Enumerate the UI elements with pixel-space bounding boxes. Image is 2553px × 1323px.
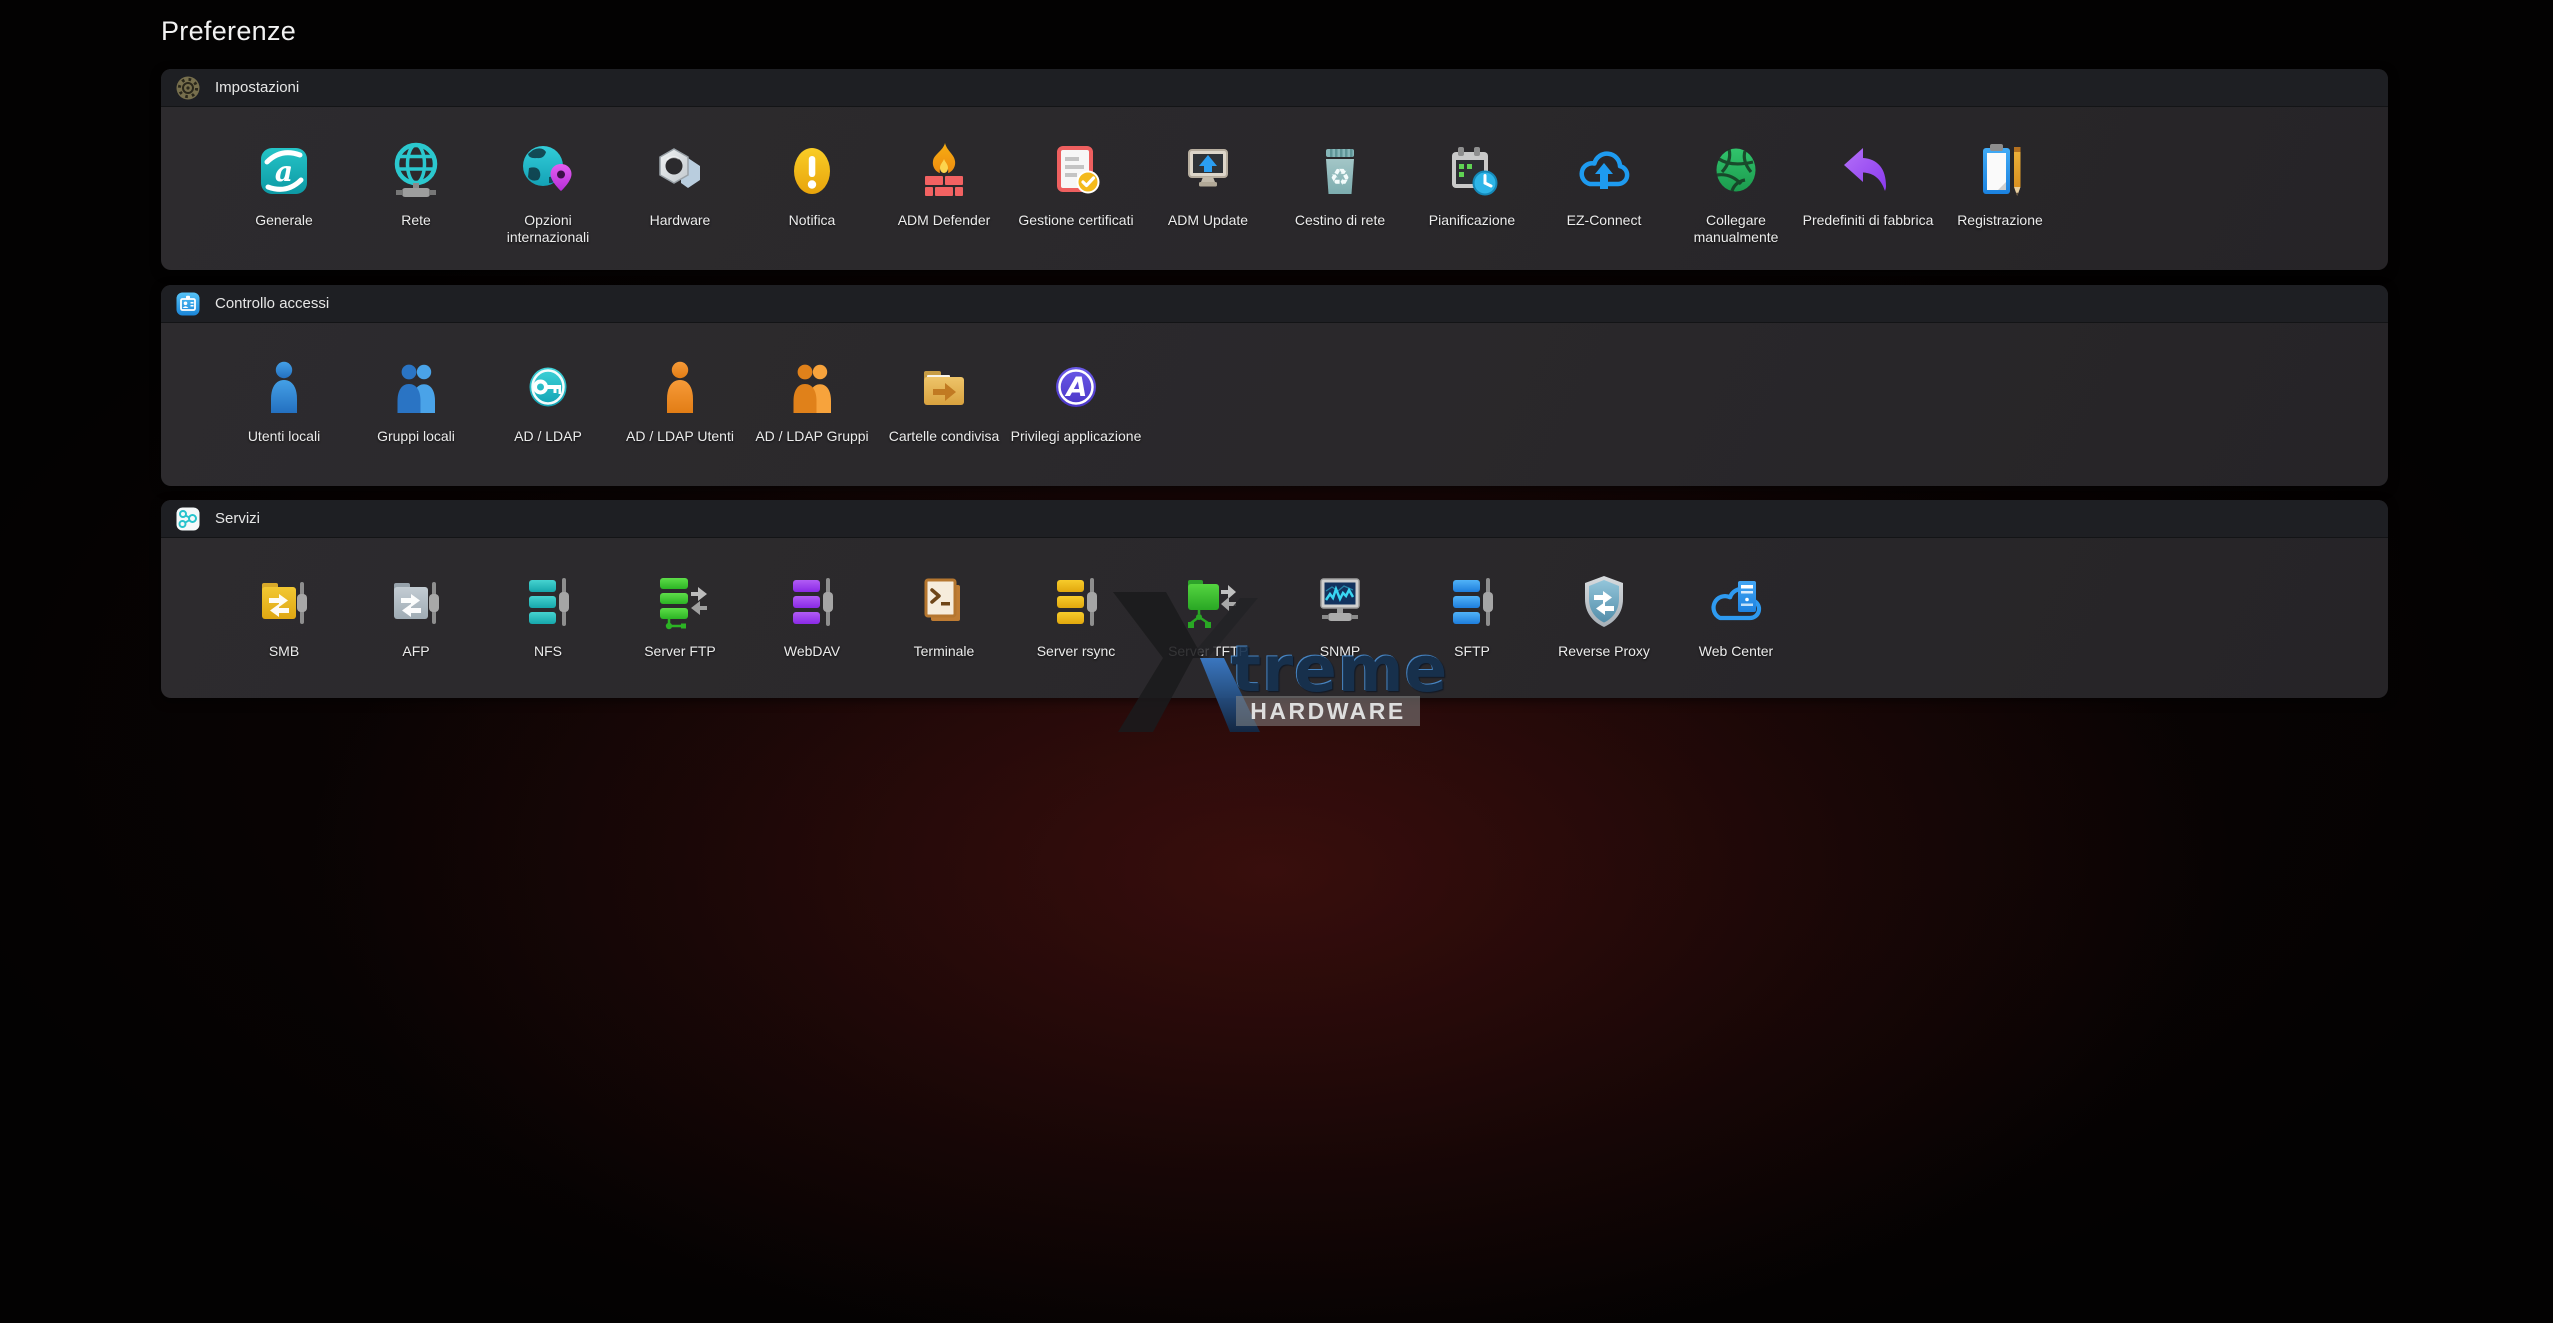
panel-impostazioni: Impostazioni a Generale Rete Opzioni int…: [161, 69, 2388, 270]
controllo-accessi-grid: Utenti locali Gruppi locali AD / LDAP AD…: [161, 323, 2388, 445]
users-orange-icon: [780, 355, 844, 419]
app-predefiniti-di-fabbrica[interactable]: Predefiniti di fabbrica: [1802, 139, 1934, 229]
svg-text:♻: ♻: [1330, 164, 1351, 190]
section-title: Servizi: [215, 510, 260, 527]
app-cestino-di-rete[interactable]: ♻ Cestino di rete: [1274, 139, 1406, 229]
panel-controllo-accessi: Controllo accessi Utenti locali Gruppi l…: [161, 285, 2388, 486]
folder-network-green-icon: [1176, 570, 1240, 634]
app-notifica[interactable]: Notifica: [746, 139, 878, 229]
folder-transfer-gray-icon: [384, 570, 448, 634]
app-terminale[interactable]: Terminale: [878, 570, 1010, 660]
app-cartelle-condivisa[interactable]: Cartelle condivisa: [878, 355, 1010, 445]
section-header-impostazioni: Impostazioni: [161, 69, 2388, 107]
users-blue-icon: [384, 355, 448, 419]
app-generale[interactable]: a Generale: [218, 139, 350, 229]
section-header-servizi: Servizi: [161, 500, 2388, 538]
shared-folder-arrow-icon: [912, 355, 976, 419]
monitor-waveform-icon: [1308, 570, 1372, 634]
preferences-screen: Preferenze Impostazioni a Generale Rete: [0, 0, 2553, 1323]
id-badge-icon: [175, 291, 201, 317]
key-circle-icon: [516, 355, 580, 419]
app-ad-ldap[interactable]: AD / LDAP: [482, 355, 614, 445]
asustor-logo-icon: a: [252, 139, 316, 203]
section-header-controllo-accessi: Controllo accessi: [161, 285, 2388, 323]
alert-icon: [780, 139, 844, 203]
app-ad-ldap-utenti[interactable]: AD / LDAP Utenti: [614, 355, 746, 445]
watermark-hardware-text: HARDWARE: [1250, 698, 1405, 725]
app-label: Web Center: [1657, 643, 1815, 660]
app-gruppi-locali[interactable]: Gruppi locali: [350, 355, 482, 445]
panel-servizi: Servizi SMB AFP NFS: [161, 500, 2388, 698]
app-server-ftp[interactable]: Server FTP: [614, 570, 746, 660]
section-title: Controllo accessi: [215, 295, 329, 312]
app-web-center[interactable]: Web Center: [1670, 570, 1802, 660]
clipboard-pencil-icon: [1968, 139, 2032, 203]
svg-text:a: a: [275, 155, 293, 188]
app-afp[interactable]: AFP: [350, 570, 482, 660]
app-server-rsync[interactable]: Server rsync: [1010, 570, 1142, 660]
network-nodes-icon: [175, 506, 201, 532]
app-rete[interactable]: Rete: [350, 139, 482, 229]
app-pianificazione[interactable]: Pianificazione: [1406, 139, 1538, 229]
calendar-clock-icon: [1440, 139, 1504, 203]
app-label: Privilegi applicazione: [997, 428, 1155, 445]
server-stack-green-network-icon: [648, 570, 712, 634]
app-registrazione[interactable]: Registrazione: [1934, 139, 2066, 229]
app-ad-ldap-gruppi[interactable]: AD / LDAP Gruppi: [746, 355, 878, 445]
globe-pin-icon: [516, 139, 580, 203]
user-blue-icon: [252, 355, 316, 419]
cloud-server-icon: [1704, 570, 1768, 634]
app-collegare-manualmente[interactable]: Collegare manualmente: [1670, 139, 1802, 246]
app-smb[interactable]: SMB: [218, 570, 350, 660]
page-title: Preferenze: [161, 16, 296, 47]
servizi-grid: SMB AFP NFS Server FTP: [161, 538, 2388, 660]
folder-transfer-yellow-icon: [252, 570, 316, 634]
app-opzioni-internazionali[interactable]: Opzioni internazionali: [482, 139, 614, 246]
app-adm-defender[interactable]: ADM Defender: [878, 139, 1010, 229]
shield-swap-icon: [1572, 570, 1636, 634]
green-web-globe-icon: [1704, 139, 1768, 203]
app-gestione-certificati[interactable]: Gestione certificati: [1010, 139, 1142, 229]
terminal-prompt-icon: [912, 570, 976, 634]
app-adm-update[interactable]: ADM Update: [1142, 139, 1274, 229]
app-label: Registrazione: [1921, 212, 2079, 229]
app-hardware[interactable]: Hardware: [614, 139, 746, 229]
app-snmp[interactable]: SNMP: [1274, 570, 1406, 660]
certificate-check-icon: [1044, 139, 1108, 203]
globe-network-icon: [384, 139, 448, 203]
app-sftp[interactable]: SFTP: [1406, 570, 1538, 660]
app-privilegi-applicazione[interactable]: A Privilegi applicazione: [1010, 355, 1142, 445]
section-title: Impostazioni: [215, 79, 299, 96]
app-server-tftp[interactable]: Server TFTP: [1142, 570, 1274, 660]
firewall-flame-icon: [912, 139, 976, 203]
server-stack-blue-icon: [1440, 570, 1504, 634]
watermark-hardware-bar: HARDWARE: [1236, 696, 1420, 726]
app-utenti-locali[interactable]: Utenti locali: [218, 355, 350, 445]
server-stack-purple-icon: [780, 570, 844, 634]
server-stack-teal-icon: [516, 570, 580, 634]
cloud-upload-icon: [1572, 139, 1636, 203]
app-reverse-proxy[interactable]: Reverse Proxy: [1538, 570, 1670, 660]
monitor-update-icon: [1176, 139, 1240, 203]
impostazioni-grid: a Generale Rete Opzioni internazionali: [161, 107, 2388, 246]
app-ez-connect[interactable]: EZ-Connect: [1538, 139, 1670, 229]
user-orange-icon: [648, 355, 712, 419]
metal-nut-icon: [648, 139, 712, 203]
app-webdav[interactable]: WebDAV: [746, 570, 878, 660]
server-stack-yellow-icon: [1044, 570, 1108, 634]
network-recycle-bin-icon: ♻: [1308, 139, 1372, 203]
app-nfs[interactable]: NFS: [482, 570, 614, 660]
undo-arrow-icon: [1836, 139, 1900, 203]
svg-text:A: A: [1065, 372, 1088, 403]
gear-icon: [175, 75, 201, 101]
app-privileges-icon: A: [1044, 355, 1108, 419]
